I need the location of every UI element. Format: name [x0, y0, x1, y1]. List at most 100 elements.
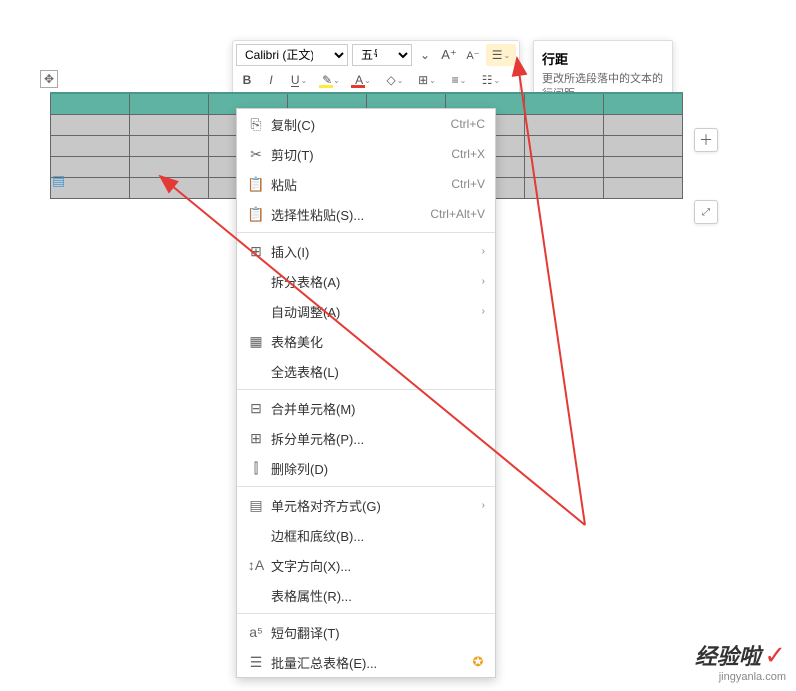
chevron-down-icon: ⌄ [397, 76, 404, 85]
decrease-font-button[interactable]: A⁻ [462, 44, 484, 66]
menu-translate[interactable]: a⁵短句翻译(T) [237, 617, 495, 647]
check-icon: ✓ [764, 640, 786, 670]
menu-label: 删除列(D) [271, 459, 485, 478]
menu-separator [237, 486, 495, 487]
paste-special-icon: 📋 [245, 206, 267, 223]
shading-button[interactable]: ◇⌄ [380, 69, 410, 91]
menu-beautify[interactable]: ▦表格美化 [237, 326, 495, 356]
menu-label: 选择性粘贴(S)... [271, 205, 430, 224]
font-color-button[interactable]: A⌄ [348, 69, 378, 91]
underline-icon: U [291, 74, 300, 87]
border-icon: ⊞ [418, 73, 428, 87]
premium-icon: ✪ [471, 655, 485, 669]
chevron-down-icon: ⌄ [300, 76, 307, 85]
font-family-select[interactable]: Calibri (正文) [236, 44, 348, 66]
menu-batch-summary[interactable]: ☰批量汇总表格(E)... ✪ [237, 647, 495, 677]
menu-separator [237, 389, 495, 390]
menu-shortcut: Ctrl+Alt+V [430, 207, 485, 221]
underline-button[interactable]: U⌄ [284, 69, 314, 91]
menu-shortcut: Ctrl+V [451, 177, 485, 191]
tooltip-title: 行距 [542, 49, 664, 68]
menu-copy[interactable]: ⎘复制(C)Ctrl+C [237, 109, 495, 139]
copy-icon: ⎘ [245, 116, 267, 133]
page-gutter-icon[interactable]: ▤ [52, 172, 68, 186]
menu-separator [237, 232, 495, 233]
bold-button[interactable]: B [236, 69, 258, 91]
menu-label: 单元格对齐方式(G) [271, 496, 482, 515]
menu-label: 复制(C) [271, 115, 451, 134]
watermark-url: jingyanla.com [695, 671, 786, 683]
line-spacing-button[interactable]: ☰⌄ [486, 44, 516, 66]
watermark-text: 经验啦 [695, 644, 761, 669]
submenu-arrow-icon: › [482, 246, 485, 257]
menu-label: 插入(I) [271, 242, 482, 261]
align-button[interactable]: ≡⌄ [444, 69, 474, 91]
table-context-menu: ⎘复制(C)Ctrl+C ✂剪切(T)Ctrl+X 📋粘贴Ctrl+V 📋选择性… [236, 108, 496, 678]
menu-label: 表格美化 [271, 332, 485, 351]
line-spacing-icon: ☰ [492, 48, 503, 62]
menu-label: 合并单元格(M) [271, 399, 485, 418]
text-direction-icon: ↕A [245, 557, 267, 573]
menu-cut[interactable]: ✂剪切(T)Ctrl+X [237, 139, 495, 169]
add-button[interactable]: ＋ [694, 128, 718, 152]
toolbar-row-1: Calibri (正文) 五号 ⌄ A⁺ A⁻ ☰⌄ [236, 44, 516, 66]
watermark: 经验啦 ✓ jingyanla.com [695, 639, 786, 683]
font-color-chip [351, 85, 365, 88]
font-size-dropdown[interactable]: ⌄ [414, 44, 436, 66]
menu-merge-cells[interactable]: ⊟合并单元格(M) [237, 393, 495, 423]
border-button[interactable]: ⊞⌄ [412, 69, 442, 91]
highlight-chip [319, 85, 333, 88]
menu-autofit[interactable]: 自动调整(A)› [237, 296, 495, 326]
submenu-arrow-icon: › [482, 306, 485, 317]
menu-shortcut: Ctrl+X [451, 147, 485, 161]
menu-label: 粘贴 [271, 175, 451, 194]
menu-select-all-table[interactable]: 全选表格(L) [237, 356, 495, 386]
menu-label: 短句翻译(T) [271, 623, 485, 642]
menu-paste-special[interactable]: 📋选择性粘贴(S)...Ctrl+Alt+V [237, 199, 495, 229]
menu-label: 拆分表格(A) [271, 272, 482, 291]
menu-label: 全选表格(L) [271, 362, 485, 381]
submenu-arrow-icon: › [482, 500, 485, 511]
chevron-down-icon: ⌄ [494, 76, 501, 85]
chevron-down-icon: ⌄ [333, 76, 340, 85]
menu-label: 批量汇总表格(E)... [271, 653, 465, 672]
menu-split-table[interactable]: 拆分表格(A)› [237, 266, 495, 296]
menu-label: 边框和底纹(B)... [271, 526, 485, 545]
highlight-color-button[interactable]: ✎⌄ [316, 69, 346, 91]
menu-delete-column[interactable]: ⫿删除列(D) [237, 453, 495, 483]
menu-borders-shading[interactable]: 边框和底纹(B)... [237, 520, 495, 550]
translate-icon: a⁵ [245, 624, 267, 640]
menu-text-direction[interactable]: ↕A文字方向(X)... [237, 550, 495, 580]
menu-label: 表格属性(R)... [271, 586, 485, 605]
menu-table-properties[interactable]: 表格属性(R)... [237, 580, 495, 610]
expand-button[interactable]: ⤢ [694, 200, 718, 224]
menu-cell-align[interactable]: ▤单元格对齐方式(G)› [237, 490, 495, 520]
align-icon: ▤ [245, 497, 267, 514]
menu-label: 拆分单元格(P)... [271, 429, 485, 448]
menu-shortcut: Ctrl+C [451, 117, 485, 131]
merge-icon: ⊟ [245, 400, 267, 417]
chevron-down-icon: ⌄ [429, 76, 436, 85]
italic-button[interactable]: I [260, 69, 282, 91]
insert-icon: ⊞ [245, 243, 267, 260]
font-size-select[interactable]: 五号 [352, 44, 412, 66]
bullets-button[interactable]: ☷⌄ [476, 69, 506, 91]
menu-label: 文字方向(X)... [271, 556, 485, 575]
mini-toolbar: Calibri (正文) 五号 ⌄ A⁺ A⁻ ☰⌄ B I U⌄ ✎⌄ A⌄ … [232, 40, 520, 95]
batch-icon: ☰ [245, 654, 267, 671]
menu-paste[interactable]: 📋粘贴Ctrl+V [237, 169, 495, 199]
table-move-handle[interactable]: ✥ [40, 70, 58, 88]
bullets-icon: ☷ [482, 73, 493, 87]
align-icon: ≡ [452, 73, 459, 87]
toolbar-row-2: B I U⌄ ✎⌄ A⌄ ◇⌄ ⊞⌄ ≡⌄ ☷⌄ [236, 69, 516, 91]
beautify-icon: ▦ [245, 333, 267, 350]
increase-font-button[interactable]: A⁺ [438, 44, 460, 66]
submenu-arrow-icon: › [482, 276, 485, 287]
chevron-down-icon: ⌄ [460, 76, 467, 85]
chevron-down-icon: ⌄ [504, 51, 511, 60]
menu-label: 剪切(T) [271, 145, 451, 164]
menu-insert[interactable]: ⊞插入(I)› [237, 236, 495, 266]
menu-split-cells[interactable]: ⊞拆分单元格(P)... [237, 423, 495, 453]
menu-label: 自动调整(A) [271, 302, 482, 321]
paste-icon: 📋 [245, 176, 267, 193]
